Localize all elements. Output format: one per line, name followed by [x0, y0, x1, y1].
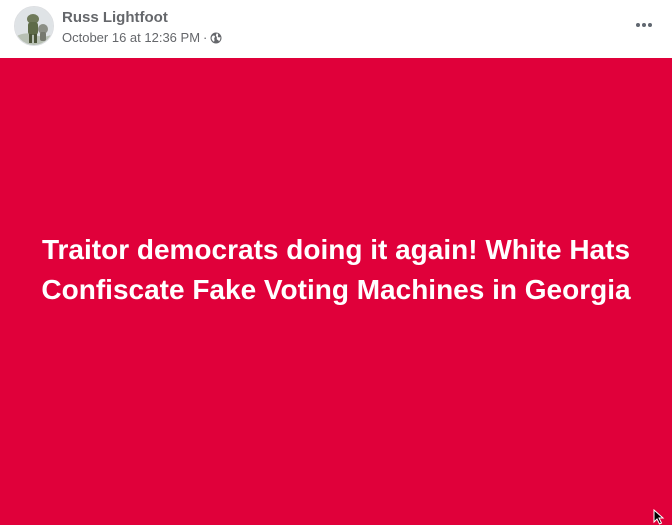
post-header: Russ Lightfoot October 16 at 12:36 PM ·	[0, 0, 672, 58]
post-meta: October 16 at 12:36 PM ·	[62, 29, 222, 46]
more-options-button[interactable]	[626, 12, 662, 38]
more-options-icon	[636, 23, 652, 27]
author-name[interactable]: Russ Lightfoot	[62, 9, 168, 27]
meta-separator: ·	[203, 30, 208, 45]
avatar[interactable]	[14, 6, 54, 46]
post-timestamp[interactable]: October 16 at 12:36 PM	[62, 29, 200, 46]
post-background[interactable]: Traitor democrats doing it again! White …	[0, 58, 672, 525]
globe-icon[interactable]	[210, 32, 222, 44]
mouse-cursor-icon	[653, 509, 665, 525]
post-text: Traitor democrats doing it again! White …	[41, 234, 631, 305]
avatar-image	[15, 7, 53, 45]
